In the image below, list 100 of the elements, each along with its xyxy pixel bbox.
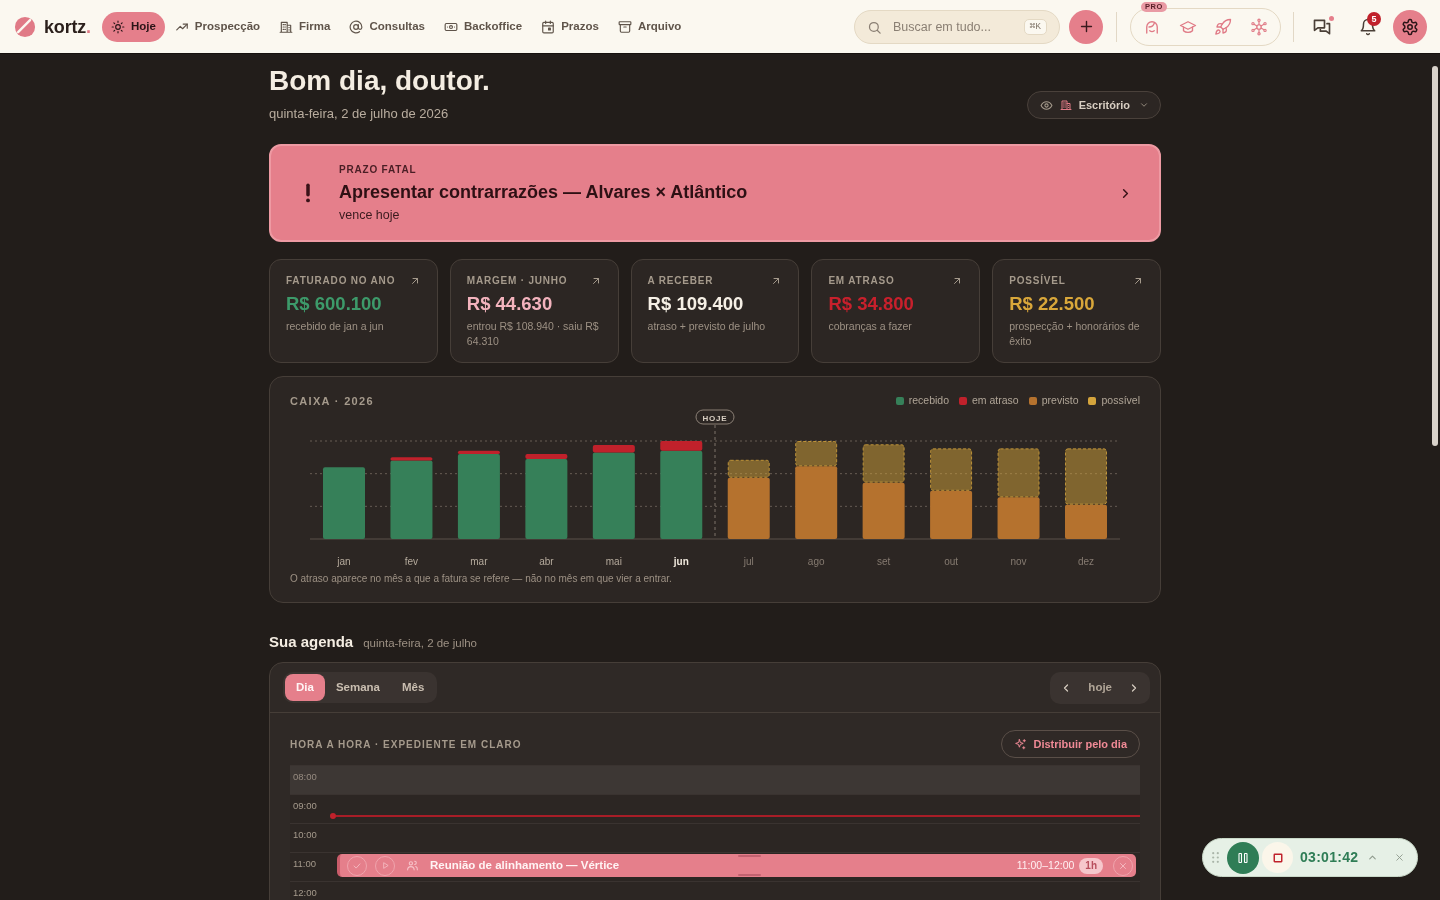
hour-label: 08:00: [292, 770, 318, 783]
month-label: jan: [337, 556, 351, 567]
view-tab[interactable]: Semana: [324, 674, 391, 702]
legend-label: previsto: [1041, 393, 1079, 409]
greeting-title: Bom dia, doutor.: [269, 64, 490, 98]
kpi-label: EM ATRASO: [828, 275, 895, 287]
kpi-value: R$ 600.100: [286, 292, 383, 316]
nav-tab[interactable]: Consultas: [340, 11, 434, 42]
event-time: 11:00–12:00: [1016, 857, 1075, 873]
kpi-note: entrou R$ 108.940 · saiu R$ 64.310: [466, 319, 600, 349]
settings-icon: [1401, 17, 1419, 36]
view-tab[interactable]: Mês: [391, 674, 436, 702]
view-selector[interactable]: Escritório: [1026, 91, 1161, 119]
kpi-label: A RECEBER: [647, 275, 714, 287]
month-label: dez: [1077, 556, 1095, 567]
today-button[interactable]: hoje: [1072, 679, 1128, 697]
event-title: Reunião de alinhamento — Vértice: [430, 858, 620, 874]
kpi-card[interactable]: FATURADO NO ANO R$ 600.100 recebido de jan a jun: [269, 259, 438, 363]
timer-time: 03:01:42: [1300, 848, 1359, 867]
nav-tab[interactable]: Firma: [270, 11, 340, 42]
kpi-card[interactable]: MARGEM · JUNHO R$ 44.630 entrou R$ 108.940 · saiu R$ 64.310: [449, 259, 619, 363]
kpi-card[interactable]: POSSÍVEL R$ 22.500 prospecção + honorários de êxito: [992, 259, 1161, 363]
arrow-up-right-icon[interactable]: [1132, 275, 1144, 287]
grip-icon[interactable]: [1212, 852, 1219, 863]
nav-tab[interactable]: Prospecção: [165, 11, 270, 42]
search-icon: [867, 19, 882, 35]
kpi-label: POSSÍVEL: [1009, 275, 1066, 287]
kpi-value: R$ 109.400: [647, 292, 745, 316]
hour-label: 11:00: [292, 857, 318, 870]
kpi-note: atraso + previsto de julho: [647, 319, 767, 334]
bell-icon[interactable]: [1359, 17, 1377, 36]
stop-icon: [1272, 852, 1283, 863]
duration-badge: 1h: [1079, 857, 1103, 874]
deadline-alert[interactable]: PRAZO FATAL Apresentar contrarrazões — Alvares × Atlântico vence hoje: [269, 144, 1161, 242]
at-sign-icon: [349, 19, 364, 34]
eye-icon: [1039, 98, 1053, 112]
alert-due: vence hoje: [339, 206, 401, 223]
building-icon: [1059, 99, 1072, 111]
alert-title: Apresentar contrarrazões — Alvares × Atlântico: [339, 180, 748, 204]
kpi-label: MARGEM · JUNHO: [466, 275, 568, 287]
month-label: abr: [539, 556, 554, 567]
kpi-value: R$ 22.500: [1009, 292, 1096, 316]
rocket-icon[interactable]: [1214, 17, 1233, 36]
chevron-down-icon: [1139, 100, 1149, 110]
nav-tab[interactable]: Backoffice: [435, 11, 532, 42]
drag-handle[interactable]: [738, 874, 761, 877]
hour-label: 09:00: [292, 799, 318, 812]
add-button[interactable]: [1069, 9, 1103, 44]
pause-icon: [1237, 851, 1249, 864]
month-label: out: [944, 556, 959, 567]
month-label: ago: [807, 556, 825, 567]
legend-label: possível: [1101, 393, 1140, 409]
legend-label: recebido: [908, 393, 949, 409]
kpi-card[interactable]: EM ATRASO R$ 34.800 cobranças a fazer: [811, 259, 981, 363]
month-label: jun: [673, 556, 689, 567]
settings-button[interactable]: [1393, 9, 1427, 44]
pause-button[interactable]: [1227, 841, 1259, 874]
today-badge: HOJE: [695, 409, 735, 425]
drag-handle[interactable]: [738, 855, 761, 858]
kpi-card[interactable]: A RECEBER R$ 109.400 atraso + previsto de julho: [630, 259, 800, 363]
kpi-note: cobranças a fazer: [828, 319, 913, 334]
close-icon: [1118, 860, 1128, 871]
kpi-value: R$ 34.800: [828, 292, 915, 316]
building-icon: [279, 19, 294, 34]
kpi-label: FATURADO NO ANO: [286, 275, 396, 287]
month-label: nov: [1010, 556, 1027, 567]
calendar-icon: [541, 19, 556, 34]
nav-tab[interactable]: Hoje: [101, 11, 165, 42]
nav-tab[interactable]: Prazos: [532, 11, 608, 42]
people-icon: [406, 859, 419, 873]
month-label: mar: [470, 556, 488, 567]
stop-button[interactable]: [1262, 842, 1293, 873]
month-label: jul: [743, 556, 754, 567]
greeting-date: quinta-feira, 2 de julho de 2026: [269, 105, 450, 123]
check-icon: [352, 860, 362, 871]
hour-label: 10:00: [292, 828, 318, 841]
legend-label: em atraso: [972, 393, 1019, 409]
section-label: HORA A HORA · EXPEDIENTE EM CLARO: [290, 737, 522, 752]
month-label: mai: [605, 556, 622, 567]
hour-label: 12:00: [292, 886, 318, 899]
archive-box-icon: [617, 19, 632, 34]
notification-count: 5: [1367, 11, 1381, 26]
play-icon: [380, 861, 390, 871]
kpi-note: recebido de jan a jun: [286, 319, 385, 334]
scrollbar-thumb[interactable]: [1432, 66, 1438, 446]
nav-tab[interactable]: Arquivo: [608, 11, 691, 42]
agenda-date: quinta-feira, 2 de julho: [363, 636, 477, 651]
chart-title: CAIXA · 2026: [290, 393, 374, 409]
network-icon[interactable]: [1249, 17, 1268, 36]
sparkle-icon: [1014, 737, 1028, 751]
agenda-title: Sua agenda: [269, 632, 354, 652]
exclamation-icon: [305, 183, 311, 203]
kpi-value: R$ 44.630: [466, 292, 554, 316]
month-label: set: [876, 556, 891, 567]
sun-icon: [110, 19, 125, 34]
brand-name: kortz.: [44, 15, 91, 39]
chart-note: O atraso aparece no mês a que a fatura se refere — não no mês em que vier a entrar.: [290, 572, 673, 585]
logo-icon: [14, 15, 36, 38]
alert-label: PRAZO FATAL: [339, 163, 418, 176]
kpi-note: prospecção + honorários de êxito: [1009, 319, 1141, 349]
